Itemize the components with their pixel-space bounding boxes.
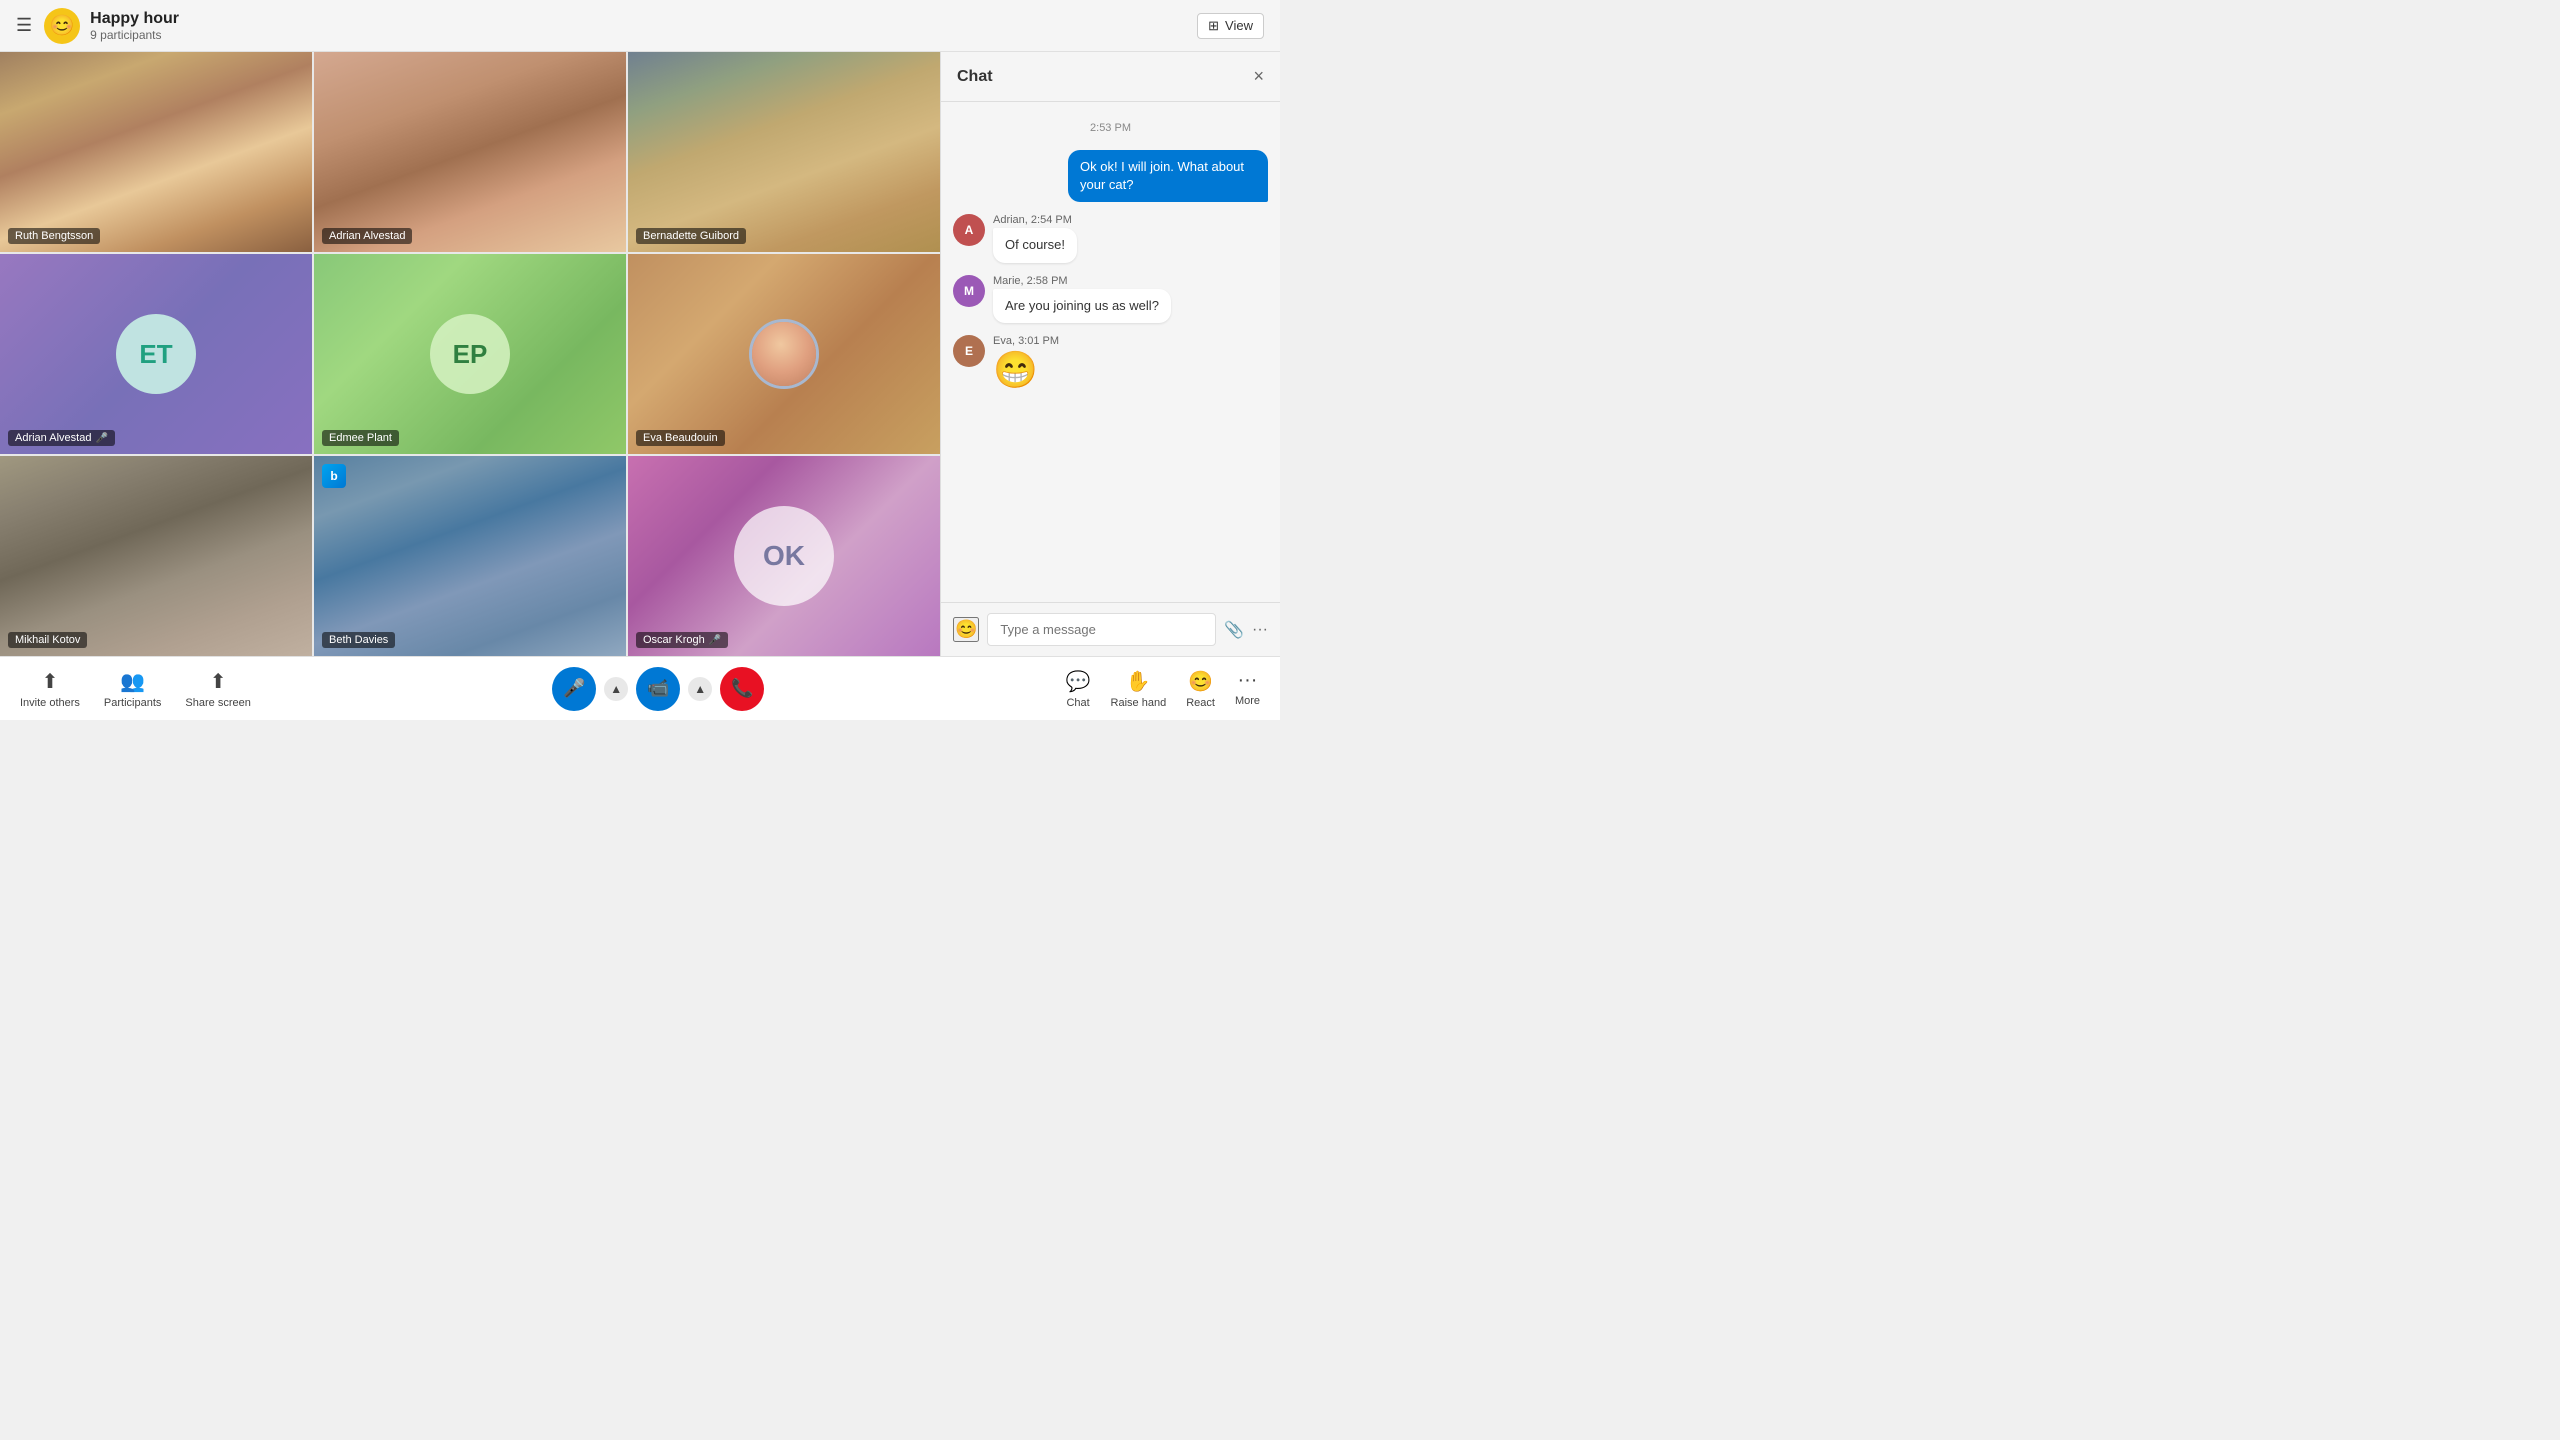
video-cell-bernadette[interactable]: Bernadette Guibord — [628, 52, 940, 252]
chat-button[interactable]: 💬 Chat — [1066, 669, 1091, 709]
top-bar: ☰ 😊 Happy hour 9 participants ⊞ View — [0, 0, 1280, 52]
invite-icon: ⬆ — [42, 669, 59, 694]
menu-icon[interactable]: ☰ — [16, 15, 32, 36]
messages-area: 2:53 PM Ok ok! I will join. What about y… — [941, 102, 1280, 602]
participants-icon: 👥 — [120, 669, 145, 694]
video-cell-ruth[interactable]: Ruth Bengtsson — [0, 52, 312, 252]
mic-icon-oscar: 🎤 — [709, 635, 721, 646]
mic-button[interactable]: 🎤 — [552, 667, 596, 711]
video-cell-mikhail[interactable]: Mikhail Kotov — [0, 456, 312, 656]
invite-others-button[interactable]: ⬆ Invite others — [20, 669, 80, 709]
emoji-button[interactable]: 😊 — [953, 617, 979, 642]
participants-count: 9 participants — [90, 28, 1197, 42]
video-cell-et[interactable]: ET Adrian Alvestad 🎤 — [0, 254, 312, 454]
msg-sender-marie: Marie, 2:58 PM — [993, 275, 1171, 287]
name-badge-ruth: Ruth Bengtsson — [8, 228, 100, 244]
video-cell-ep[interactable]: EP Edmee Plant — [314, 254, 626, 454]
view-button[interactable]: ⊞ View — [1197, 13, 1264, 39]
name-badge-et: Adrian Alvestad 🎤 — [8, 430, 115, 446]
meeting-title: Happy hour — [90, 10, 1197, 28]
chat-header: Chat × — [941, 52, 1280, 102]
avatar-et: ET — [116, 314, 196, 394]
grid-icon: ⊞ — [1208, 18, 1219, 34]
meeting-logo: 😊 — [44, 8, 80, 44]
msg-sender-eva: Eva, 3:01 PM — [993, 335, 1059, 347]
outgoing-message-1: Ok ok! I will join. What about your cat? — [1068, 150, 1268, 202]
share-screen-icon: ⬆ — [210, 669, 227, 694]
name-badge-bernadette: Bernadette Guibord — [636, 228, 746, 244]
chat-panel: Chat × 2:53 PM Ok ok! I will join. What … — [940, 52, 1280, 656]
raise-hand-button[interactable]: ✋ Raise hand — [1111, 669, 1167, 709]
message-input[interactable] — [987, 613, 1216, 646]
end-call-button[interactable]: 📞 — [720, 667, 764, 711]
bottom-bar: ⬆ Invite others 👥 Participants ⬆ Share s… — [0, 656, 1280, 720]
video-cell-eva[interactable]: Eva Beaudouin — [628, 254, 940, 454]
mic-expand-button[interactable]: ▲ — [604, 677, 628, 701]
name-badge-beth: Beth Davies — [322, 632, 395, 648]
video-cell-beth[interactable]: b Beth Davies — [314, 456, 626, 656]
meeting-info: Happy hour 9 participants — [90, 10, 1197, 42]
cam-expand-button[interactable]: ▲ — [688, 677, 712, 701]
participants-button[interactable]: 👥 Participants — [104, 669, 161, 709]
bottom-left-controls: ⬆ Invite others 👥 Participants ⬆ Share s… — [20, 669, 251, 709]
video-grid: Ruth Bengtsson Adrian Alvestad Bernadett… — [0, 52, 940, 656]
more-button[interactable]: ··· More — [1235, 669, 1260, 709]
msg-text-adrian: Of course! — [993, 228, 1077, 262]
message-time-1: 2:53 PM — [953, 122, 1268, 134]
incoming-message-eva: E Eva, 3:01 PM 😁 — [953, 335, 1268, 391]
avatar-ep: EP — [430, 314, 510, 394]
name-badge-adrian-group: Adrian Alvestad — [322, 228, 412, 244]
chat-input-area: 😊 📎 ··· — [941, 602, 1280, 656]
avatar-eva — [749, 319, 819, 389]
input-more-button[interactable]: ··· — [1252, 621, 1268, 639]
video-cell-adrian-group[interactable]: Adrian Alvestad — [314, 52, 626, 252]
msg-emoji-eva: 😁 — [993, 349, 1059, 391]
raise-hand-icon: ✋ — [1126, 669, 1151, 694]
name-badge-ep: Edmee Plant — [322, 430, 399, 446]
camera-button[interactable]: 📹 — [636, 667, 680, 711]
mic-muted-icon: 🎤 — [95, 433, 107, 444]
attach-button[interactable]: 📎 — [1224, 620, 1244, 640]
name-badge-eva: Eva Beaudouin — [636, 430, 725, 446]
name-badge-mikhail: Mikhail Kotov — [8, 632, 87, 648]
avatar-marie-chat: M — [953, 275, 985, 307]
react-icon: 😊 — [1188, 669, 1213, 694]
bottom-center-controls: 🎤 ▲ 📹 ▲ 📞 — [552, 667, 764, 711]
react-button[interactable]: 😊 React — [1186, 669, 1215, 709]
chat-icon: 💬 — [1066, 669, 1091, 694]
msg-text-marie: Are you joining us as well? — [993, 289, 1171, 323]
incoming-message-adrian: A Adrian, 2:54 PM Of course! — [953, 214, 1268, 262]
chat-close-button[interactable]: × — [1253, 66, 1264, 87]
share-screen-button[interactable]: ⬆ Share screen — [185, 669, 250, 709]
more-icon: ··· — [1237, 669, 1257, 692]
bottom-right-controls: 💬 Chat ✋ Raise hand 😊 React ··· More — [1066, 669, 1260, 709]
name-badge-oscar: Oscar Krogh 🎤 — [636, 632, 728, 648]
incoming-message-marie: M Marie, 2:58 PM Are you joining us as w… — [953, 275, 1268, 323]
avatar-adrian-chat: A — [953, 214, 985, 246]
bing-icon: b — [322, 464, 346, 488]
chat-title: Chat — [957, 68, 993, 86]
main-area: Ruth Bengtsson Adrian Alvestad Bernadett… — [0, 52, 1280, 656]
video-cell-oscar[interactable]: OK Oscar Krogh 🎤 — [628, 456, 940, 656]
avatar-eva-chat: E — [953, 335, 985, 367]
avatar-oscar: OK — [734, 506, 834, 606]
msg-sender-adrian: Adrian, 2:54 PM — [993, 214, 1077, 226]
